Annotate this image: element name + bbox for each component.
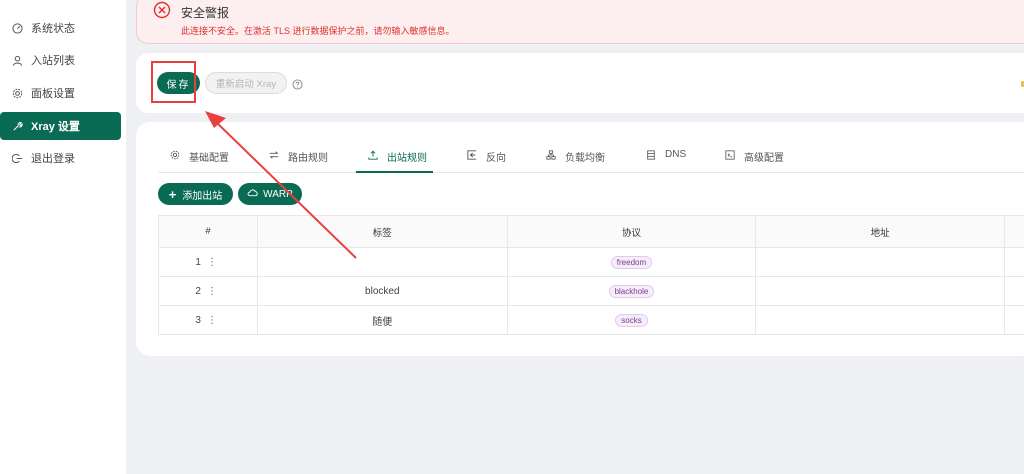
question-circle-icon[interactable] <box>292 77 303 90</box>
gear-icon <box>170 150 181 161</box>
import-icon <box>467 150 478 161</box>
warp-button[interactable]: WARP <box>238 183 302 205</box>
tab-label: DNS <box>665 149 687 160</box>
sidebar-item-label: Xray 设置 <box>31 121 80 133</box>
row-extra <box>1004 247 1024 277</box>
column-header-index: # <box>158 215 258 248</box>
tool-icon <box>11 120 23 132</box>
column-header-extra <box>1004 215 1024 248</box>
tab-load-balancer[interactable]: 负载均衡 <box>546 149 605 173</box>
row-tag: blocked <box>256 276 508 306</box>
row-index: 1 <box>195 256 201 268</box>
row-extra <box>1004 276 1024 306</box>
sidebar: 系统状态 入站列表 面板设置 Xray 设置 退出登录 <box>0 0 126 474</box>
row-tag <box>256 247 508 277</box>
sidebar-item-label: 面板设置 <box>31 88 75 100</box>
tab-reverse[interactable]: 反向 <box>467 149 506 173</box>
settings-tabs: 基础配置 路由规则 出站规则 反向 负载均衡 DNS 高级配置 <box>158 149 1024 173</box>
row-address <box>755 247 1005 277</box>
outbound-table: # 标签 协议 地址 1 ⋮ freedom 2 ⋮ blocked blackho… <box>158 215 1024 335</box>
sidebar-item-xray-settings[interactable]: Xray 设置 <box>0 112 121 140</box>
active-tab-indicator <box>356 171 433 173</box>
protocol-tag: freedom <box>610 255 653 269</box>
sidebar-item-inbounds[interactable]: 入站列表 <box>0 46 121 74</box>
sidebar-item-panel-settings[interactable]: 面板设置 <box>0 79 121 107</box>
tab-dns[interactable]: DNS <box>646 149 686 173</box>
alert-title: 安全警报 <box>181 6 230 20</box>
table-row: 3 ⋮ 随便 socks <box>158 305 1024 335</box>
swap-icon <box>269 150 280 161</box>
row-index-cell: 1 ⋮ <box>158 247 258 277</box>
row-tag: 随便 <box>256 305 508 335</box>
protocol-tag: socks <box>615 313 648 327</box>
security-alert: 安全警报 此连接不安全。在激活 TLS 进行数据保护之前，请勿输入敏感信息。 <box>136 0 1024 44</box>
row-extra <box>1004 305 1024 335</box>
tab-advanced-config[interactable]: 高级配置 <box>725 149 784 173</box>
more-actions-icon[interactable]: ⋮ <box>207 257 217 268</box>
row-index-cell: 2 ⋮ <box>158 276 258 306</box>
row-protocol-cell: freedom <box>506 247 757 277</box>
toolbar-card: 保存 重新启动 Xray <box>136 53 1024 113</box>
tab-label: 基础配置 <box>189 153 229 164</box>
column-header-tag: 标签 <box>256 215 508 248</box>
row-address <box>755 305 1005 335</box>
close-circle-icon <box>153 1 171 19</box>
dashboard-icon <box>11 22 23 34</box>
tab-label: 高级配置 <box>744 153 784 164</box>
cluster-icon <box>546 150 557 161</box>
more-actions-icon[interactable]: ⋮ <box>207 286 217 297</box>
tab-label: 负载均衡 <box>565 153 605 164</box>
tab-label: 反向 <box>486 153 506 164</box>
table-header-row: # 标签 协议 地址 <box>158 215 1024 248</box>
user-icon <box>11 54 23 66</box>
column-header-address: 地址 <box>755 215 1005 248</box>
protocol-tag: blackhole <box>608 284 655 298</box>
database-icon <box>646 150 657 161</box>
table-row: 2 ⋮ blocked blackhole <box>158 276 1024 306</box>
row-address <box>755 276 1005 306</box>
row-index: 2 <box>195 285 201 297</box>
plus-icon: + <box>168 186 177 202</box>
row-index-cell: 3 ⋮ <box>158 305 258 335</box>
upload-icon <box>368 150 379 161</box>
annotation-highlight-box <box>151 61 196 103</box>
sidebar-item-label: 系统状态 <box>31 23 75 35</box>
sidebar-item-logout[interactable]: 退出登录 <box>0 144 121 172</box>
restart-xray-button[interactable]: 重新启动 Xray <box>205 72 287 94</box>
add-outbound-button[interactable]: + 添加出站 <box>158 183 233 205</box>
tab-label: 路由规则 <box>288 153 328 164</box>
tab-routing-rules[interactable]: 路由规则 <box>269 149 328 173</box>
outbound-card: 基础配置 路由规则 出站规则 反向 负载均衡 DNS 高级配置 + 添加出站 W… <box>136 122 1024 356</box>
more-actions-icon[interactable]: ⋮ <box>207 315 217 326</box>
cloud-icon <box>247 187 263 201</box>
code-icon <box>725 150 736 161</box>
row-index: 3 <box>195 314 201 326</box>
warp-label: WARP <box>263 188 293 200</box>
row-protocol-cell: socks <box>506 305 757 335</box>
logout-icon <box>11 152 23 164</box>
alert-message: 此连接不安全。在激活 TLS 进行数据保护之前，请勿输入敏感信息。 <box>181 26 455 36</box>
add-outbound-label: 添加出站 <box>182 190 223 202</box>
sidebar-item-system-status[interactable]: 系统状态 <box>0 14 121 42</box>
gear-icon <box>11 87 23 99</box>
tab-label: 出站规则 <box>387 153 427 164</box>
tab-basic-config[interactable]: 基础配置 <box>170 149 229 173</box>
sidebar-item-label: 入站列表 <box>31 55 75 67</box>
sidebar-item-label: 退出登录 <box>31 153 75 165</box>
tab-outbound-rules[interactable]: 出站规则 <box>368 149 427 173</box>
column-header-protocol: 协议 <box>506 215 757 248</box>
table-row: 1 ⋮ freedom <box>158 247 1024 277</box>
row-protocol-cell: blackhole <box>506 276 757 306</box>
